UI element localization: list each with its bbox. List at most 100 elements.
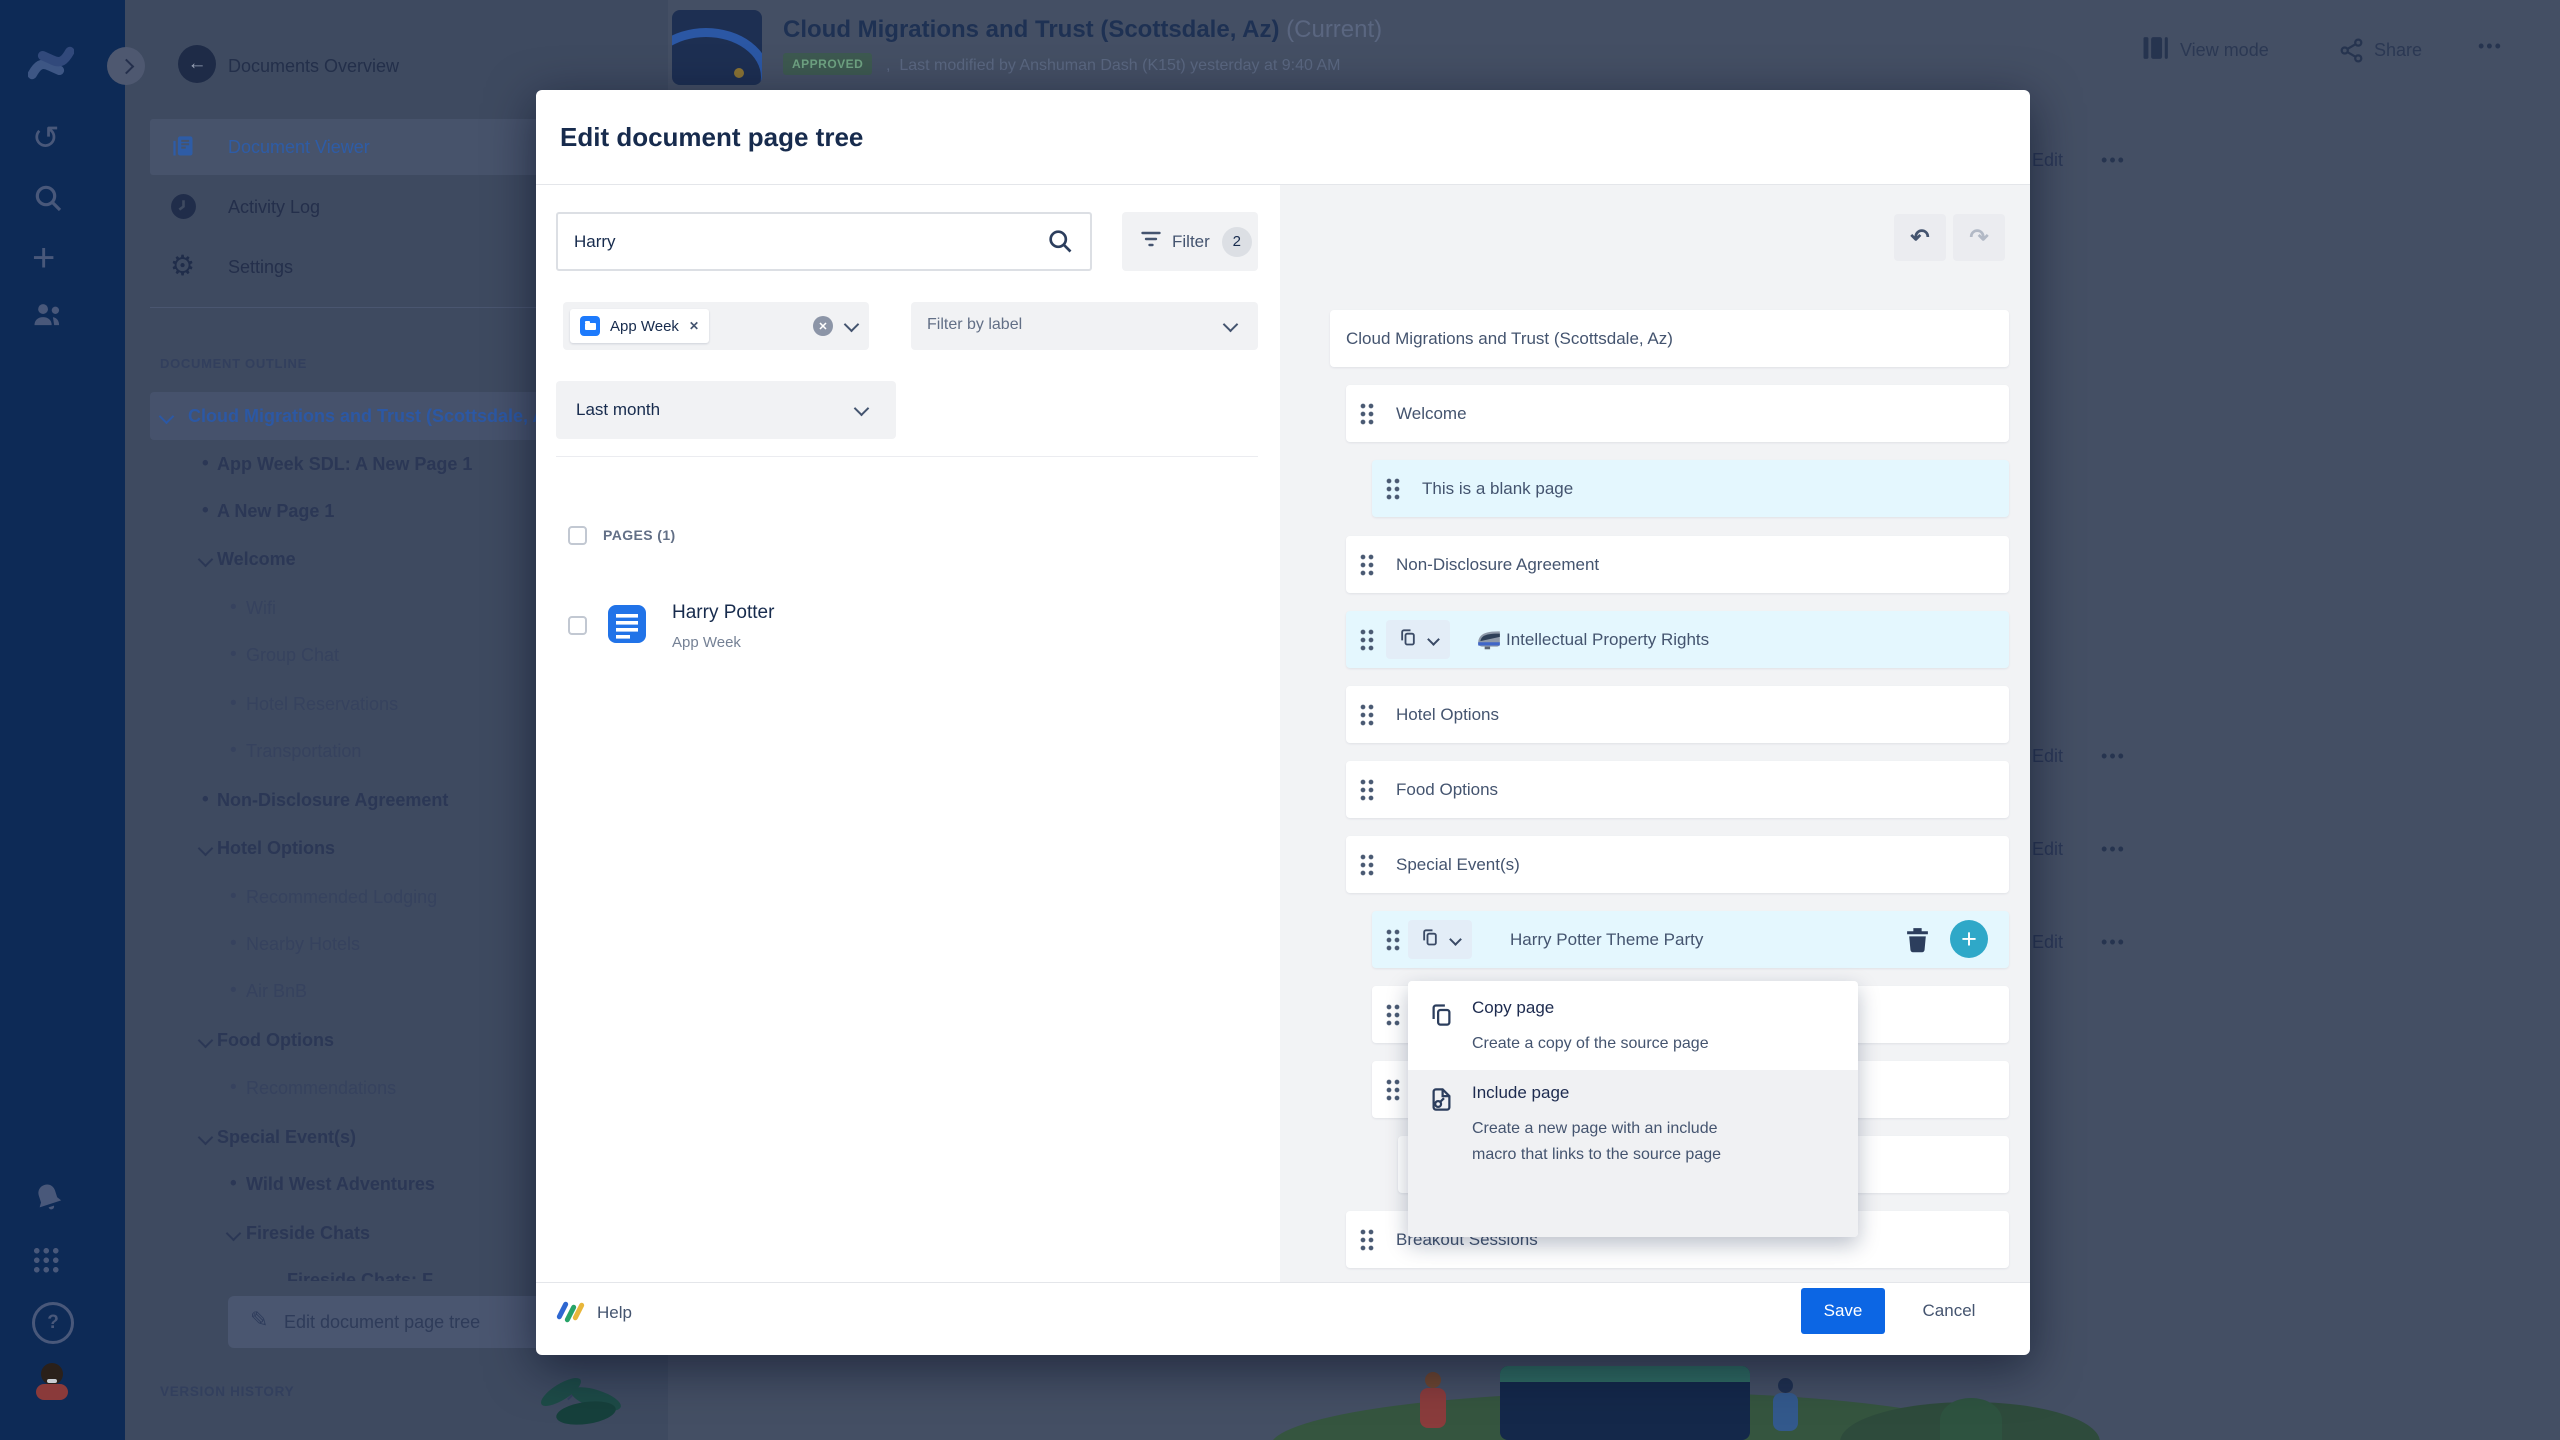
illustration-person-body bbox=[1420, 1388, 1446, 1428]
copy-split-button[interactable] bbox=[1408, 920, 1472, 959]
app-switcher-icon[interactable] bbox=[32, 1246, 59, 1273]
chip-remove-icon[interactable]: ✕ bbox=[689, 319, 699, 333]
section-more-button[interactable]: ••• bbox=[2101, 932, 2126, 952]
section-more-button[interactable]: ••• bbox=[2101, 746, 2126, 766]
page-icon bbox=[608, 605, 646, 643]
add-page-button[interactable]: + bbox=[1950, 920, 1988, 958]
tree-row-harry-potter-theme-party[interactable]: Harry Potter Theme Party + bbox=[1372, 911, 2009, 968]
tree-row[interactable]: Intellectual Property Rights bbox=[1346, 611, 2009, 668]
drag-handle-icon[interactable] bbox=[1386, 1079, 1401, 1101]
drag-handle-icon[interactable] bbox=[1386, 929, 1401, 951]
section-edit-row[interactable]: Edit ••• bbox=[2032, 150, 2126, 171]
space-filter-select[interactable]: App Week ✕ ✕ bbox=[563, 302, 869, 350]
last-modified-text: , Last modified by Anshuman Dash (K15t) … bbox=[886, 57, 1340, 75]
edit-link[interactable]: Edit bbox=[2032, 746, 2063, 766]
tree-row[interactable]: Welcome bbox=[1346, 385, 2009, 442]
bullet-icon: • bbox=[230, 920, 237, 968]
tree-row[interactable]: Hotel Options bbox=[1346, 686, 2009, 743]
tree-row[interactable]: Special Event(s) bbox=[1346, 836, 2009, 893]
expand-sidebar-button[interactable] bbox=[107, 47, 145, 85]
cancel-button[interactable]: Cancel bbox=[1906, 1288, 1992, 1334]
bullet-icon: • bbox=[202, 776, 209, 824]
train-emoji-icon bbox=[1476, 628, 1502, 655]
page-more-button[interactable]: ••• bbox=[2478, 36, 2503, 57]
edit-link[interactable]: Edit bbox=[2032, 150, 2063, 170]
gear-icon: ⚙ bbox=[170, 249, 195, 282]
delete-page-button[interactable] bbox=[1905, 926, 1930, 958]
breadcrumb[interactable]: Documents Overview bbox=[228, 56, 399, 77]
edit-link[interactable]: Edit bbox=[2032, 839, 2063, 859]
help-link[interactable]: Help bbox=[559, 1300, 632, 1326]
illustration-bush bbox=[1940, 1398, 2002, 1440]
space-chip[interactable]: App Week ✕ bbox=[570, 309, 709, 343]
tree-row[interactable]: Food Options bbox=[1346, 761, 2009, 818]
save-button[interactable]: Save bbox=[1801, 1288, 1885, 1334]
drag-handle-icon[interactable] bbox=[1360, 1229, 1375, 1251]
drag-handle-icon[interactable] bbox=[1386, 1004, 1401, 1026]
drag-handle-icon[interactable] bbox=[1360, 779, 1375, 801]
k15t-logo-icon bbox=[559, 1300, 585, 1326]
version-history-section[interactable]: VERSION HISTORY bbox=[160, 1384, 294, 1399]
create-icon[interactable]: + bbox=[32, 236, 55, 281]
edit-link[interactable]: Edit bbox=[2032, 932, 2063, 952]
clear-filter-icon[interactable]: ✕ bbox=[813, 316, 833, 336]
view-mode-button[interactable]: View mode bbox=[2180, 40, 2269, 61]
people-icon[interactable] bbox=[32, 300, 64, 333]
bullet-icon: • bbox=[202, 487, 209, 535]
view-mode-icon bbox=[2142, 36, 2169, 65]
thumbnail-curve bbox=[672, 28, 762, 85]
copy-split-button[interactable] bbox=[1386, 620, 1450, 659]
share-icon bbox=[2338, 37, 2365, 69]
menu-item-include-page[interactable]: Include page Create a new page with an i… bbox=[1408, 1070, 1858, 1237]
copy-icon bbox=[1420, 926, 1440, 953]
include-page-icon bbox=[1428, 1086, 1455, 1118]
folder-icon bbox=[580, 316, 600, 336]
result-checkbox[interactable] bbox=[568, 616, 587, 635]
search-icon[interactable] bbox=[32, 182, 64, 219]
back-button[interactable]: ← bbox=[178, 45, 216, 83]
drag-handle-icon[interactable] bbox=[1360, 403, 1375, 425]
section-edit-row[interactable]: Edit ••• bbox=[2032, 932, 2126, 953]
bell-icon[interactable] bbox=[27, 1176, 71, 1224]
undo-button[interactable]: ↶ bbox=[1894, 214, 1946, 261]
search-icon[interactable] bbox=[1046, 227, 1074, 260]
label-filter-select[interactable]: Filter by label bbox=[911, 302, 1258, 350]
illustration-person-head bbox=[1778, 1378, 1793, 1393]
modal-footer-divider bbox=[536, 1282, 2030, 1283]
drag-handle-icon[interactable] bbox=[1360, 854, 1375, 876]
redo-button[interactable]: ↷ bbox=[1953, 214, 2005, 261]
outline-header: DOCUMENT OUTLINE bbox=[160, 356, 307, 371]
tree-row[interactable]: This is a blank page bbox=[1372, 460, 2009, 517]
pages-group-checkbox[interactable] bbox=[568, 526, 587, 545]
confluence-logo-icon[interactable] bbox=[28, 42, 74, 89]
page-title: Cloud Migrations and Trust (Scottsdale, … bbox=[783, 16, 1382, 44]
document-viewer-icon bbox=[170, 133, 197, 165]
tree-root-card[interactable]: Cloud Migrations and Trust (Scottsdale, … bbox=[1330, 310, 2009, 367]
date-filter-select[interactable]: Last month bbox=[556, 381, 896, 439]
result-title[interactable]: Harry Potter bbox=[672, 602, 774, 624]
filter-button[interactable]: Filter 2 bbox=[1122, 212, 1258, 271]
filter-count-badge: 2 bbox=[1222, 227, 1252, 257]
page-thumbnail bbox=[672, 10, 762, 85]
bullet-icon: • bbox=[230, 873, 237, 921]
help-icon[interactable]: ? bbox=[32, 1302, 74, 1344]
drag-handle-icon[interactable] bbox=[1360, 629, 1375, 651]
section-edit-row[interactable]: Edit ••• bbox=[2032, 839, 2126, 860]
section-more-button[interactable]: ••• bbox=[2101, 150, 2126, 170]
chevron-down-icon[interactable] bbox=[844, 317, 860, 333]
thumbnail-dot bbox=[734, 68, 744, 78]
filter-icon bbox=[1140, 228, 1162, 255]
section-edit-row[interactable]: Edit ••• bbox=[2032, 746, 2126, 767]
history-icon[interactable]: ↺ bbox=[32, 118, 60, 157]
bullet-icon: • bbox=[230, 967, 237, 1015]
share-button[interactable]: Share bbox=[2374, 40, 2422, 61]
modal-title: Edit document page tree bbox=[560, 122, 863, 153]
drag-handle-icon[interactable] bbox=[1386, 478, 1401, 500]
section-more-button[interactable]: ••• bbox=[2101, 839, 2126, 859]
drag-handle-icon[interactable] bbox=[1360, 704, 1375, 726]
tree-row[interactable]: Non-Disclosure Agreement bbox=[1346, 536, 2009, 593]
search-input[interactable] bbox=[556, 212, 1092, 271]
drag-handle-icon[interactable] bbox=[1360, 554, 1375, 576]
illustration-browser bbox=[1500, 1366, 1750, 1440]
app-rail: ↺ + ? bbox=[0, 0, 125, 1440]
